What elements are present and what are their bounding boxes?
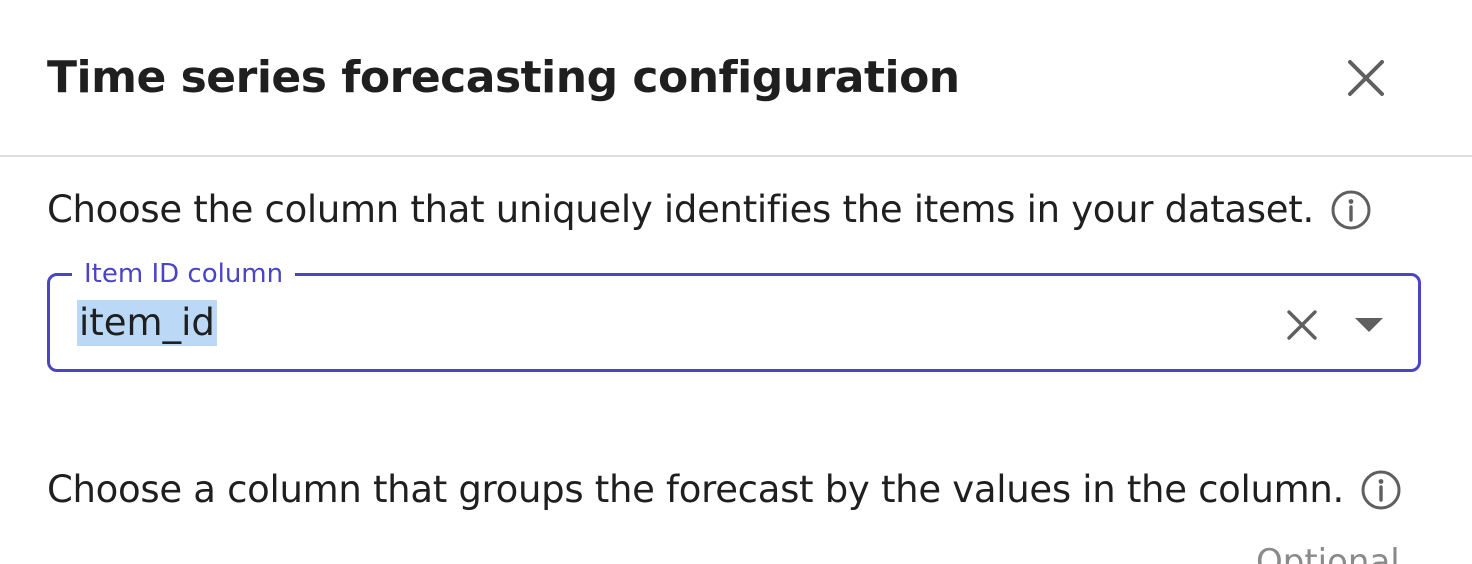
group-description: Choose a column that groups the forecast… (47, 466, 1402, 514)
clear-button[interactable] (1282, 305, 1322, 345)
info-icon[interactable] (1360, 469, 1402, 511)
close-icon (1348, 60, 1384, 96)
item-id-column-value[interactable]: item_id (77, 300, 217, 346)
item-id-column-label: Item ID column (72, 258, 296, 290)
item-id-description-text: Choose the column that uniquely identifi… (47, 188, 1314, 231)
info-icon[interactable] (1330, 189, 1372, 231)
item-id-description: Choose the column that uniquely identifi… (47, 186, 1372, 234)
dropdown-button[interactable] (1346, 305, 1392, 345)
forecasting-config-panel: Time series forecasting configuration Ch… (0, 0, 1472, 564)
clear-icon (1287, 310, 1317, 340)
dialog-header: Time series forecasting configuration (0, 0, 1472, 157)
caret-down-icon (1355, 318, 1383, 332)
group-description-text: Choose a column that groups the forecast… (47, 468, 1344, 511)
dialog-title: Time series forecasting configuration (47, 52, 960, 103)
close-button[interactable] (1340, 52, 1392, 104)
optional-label: Optional (1256, 542, 1400, 564)
item-id-column-select[interactable]: Item ID column item_id (47, 258, 1421, 372)
